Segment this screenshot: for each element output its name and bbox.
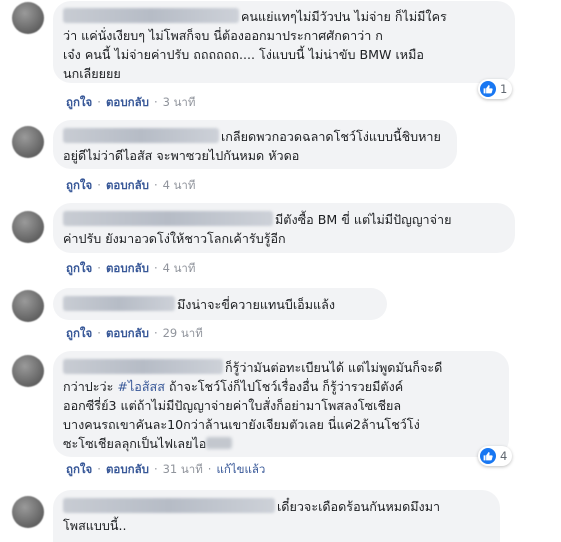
- timestamp[interactable]: 4 นาที: [163, 178, 196, 192]
- comment-bubble: มึงน่าจะขี่ควายแทนบีเอ็มแล้ง: [53, 288, 387, 320]
- comment-text-line: ถ้าจะโชว์โง่ก็ไปโชว์เรื่องอื่น ก็รู้ว่าร…: [168, 379, 404, 394]
- comment-text-line: เกลียดพวกอวดฉลาดโชว์โง่แบบนี้ชิบหาย: [221, 129, 441, 144]
- comment-text-line: กว่าปะว่ะ: [63, 379, 114, 394]
- comment-text-line: ว่า แค่นั่งเงียบๆ ไม่โพสก็จบ นี่ต้องออกม…: [63, 28, 383, 43]
- comment-text-line: ออกซีรี่ย์3 แต่ถ้าไม่มีปัญญาจ่ายค่าใบสั่…: [63, 398, 402, 413]
- comment-text-line: ค่าปรับ ยังมาอวดโง่ให้ชาวโลกเค้ารับรู้อี…: [63, 231, 286, 246]
- author-name-blurred[interactable]: [63, 128, 219, 143]
- avatar[interactable]: [12, 290, 44, 322]
- comment-text-line: อยู่ดีไม่ว่าดีไอสัส จะพาซวยไปกันหมด หัวด…: [63, 148, 300, 163]
- comment-bubble: คนแย่แทๆไม่มีวัวปน ไม่จ่าย ก็ไม่มีใคร ว่…: [53, 1, 515, 83]
- author-name-blurred[interactable]: [63, 8, 239, 23]
- comment-actions: ถูกใจ · ตอบกลับ · 4 นาที: [66, 178, 196, 192]
- reaction-count-number: 4: [500, 449, 508, 463]
- reaction-count[interactable]: 1: [478, 79, 513, 99]
- comment-text-line: เดี๋ยวจะเดือดร้อนกันหมดมึงมา: [277, 499, 441, 514]
- timestamp[interactable]: 31 นาที: [163, 462, 203, 476]
- comment-text-line: มีตังซื้อ BM ขี่ แต่ไม่มีปัญญาจ่าย: [275, 212, 452, 227]
- reply-link[interactable]: ตอบกลับ: [106, 326, 149, 340]
- comment-bubble: เดี๋ยวจะเดือดร้อนกันหมดมึงมา โพสแบบนี้..: [53, 490, 500, 542]
- avatar[interactable]: [12, 126, 44, 158]
- like-link[interactable]: ถูกใจ: [66, 261, 92, 275]
- comment-actions: ถูกใจ · ตอบกลับ · 29 นาที: [66, 326, 203, 340]
- timestamp[interactable]: 4 นาที: [163, 261, 196, 275]
- comment-actions: ถูกใจ · ตอบกลับ · 4 นาที: [66, 261, 196, 275]
- blurred-word: [206, 437, 233, 449]
- like-link[interactable]: ถูกใจ: [66, 462, 92, 476]
- like-reaction-icon: [480, 81, 496, 97]
- comment-bubble: เกลียดพวกอวดฉลาดโชว์โง่แบบนี้ชิบหาย อยู่…: [53, 120, 457, 169]
- author-name-blurred[interactable]: [63, 359, 223, 374]
- comment-text-line: นกเลียยยย: [63, 66, 121, 81]
- reply-link[interactable]: ตอบกลับ: [106, 261, 149, 275]
- avatar[interactable]: [12, 2, 44, 34]
- author-name-blurred[interactable]: [63, 296, 175, 311]
- comment-text-line: ซะโซเชียลลุกเป็นไฟเลยไอ: [63, 436, 207, 451]
- reply-link[interactable]: ตอบกลับ: [106, 95, 149, 109]
- timestamp[interactable]: 3 นาที: [163, 95, 196, 109]
- comment-text-line: บางคนรถเขาคันละ10กว่าล้านเขายังเจียมตัวเ…: [63, 417, 420, 432]
- reply-link[interactable]: ตอบกลับ: [106, 178, 149, 192]
- avatar[interactable]: [12, 355, 44, 387]
- avatar[interactable]: [12, 211, 44, 243]
- like-link[interactable]: ถูกใจ: [66, 178, 92, 192]
- reaction-count[interactable]: 4: [478, 446, 513, 466]
- comment-text-line: เจ๋ง คนนี้ ไม่จ่ายค่าปรับ ถถถถถถ.... โง่…: [63, 47, 424, 62]
- comment-bubble: ก็รู้ว่ามันต่อทะเบียนได้ แต่ไม่พูดมันก็จ…: [53, 351, 509, 457]
- reply-link[interactable]: ตอบกลับ: [106, 462, 149, 476]
- author-name-blurred[interactable]: [63, 211, 273, 226]
- comment-text-line: ก็รู้ว่ามันต่อทะเบียนได้ แต่ไม่พูดมันก็จ…: [225, 360, 443, 375]
- comment-text-line: คนแย่แทๆไม่มีวัวปน ไม่จ่าย ก็ไม่มีใคร: [241, 9, 447, 24]
- like-link[interactable]: ถูกใจ: [66, 326, 92, 340]
- avatar[interactable]: [12, 496, 44, 528]
- comment-text-line: โพสแบบนี้..: [63, 518, 127, 533]
- timestamp[interactable]: 29 นาที: [163, 326, 203, 340]
- like-link[interactable]: ถูกใจ: [66, 95, 92, 109]
- comment-text-line: มึงน่าจะขี่ควายแทนบีเอ็มแล้ง: [177, 297, 336, 312]
- hashtag-link[interactable]: #ไอส้สส: [117, 379, 165, 394]
- reaction-count-number: 1: [500, 82, 508, 96]
- edited-link[interactable]: แก้ไขแล้ว: [216, 462, 265, 476]
- comment-actions: ถูกใจ · ตอบกลับ · 3 นาที: [66, 95, 196, 109]
- comment-bubble: มีตังซื้อ BM ขี่ แต่ไม่มีปัญญาจ่าย ค่าปร…: [53, 203, 515, 253]
- author-name-blurred[interactable]: [63, 498, 275, 513]
- like-reaction-icon: [480, 448, 496, 464]
- comment-actions: ถูกใจ · ตอบกลับ · 31 นาที · แก้ไขแล้ว: [66, 462, 266, 476]
